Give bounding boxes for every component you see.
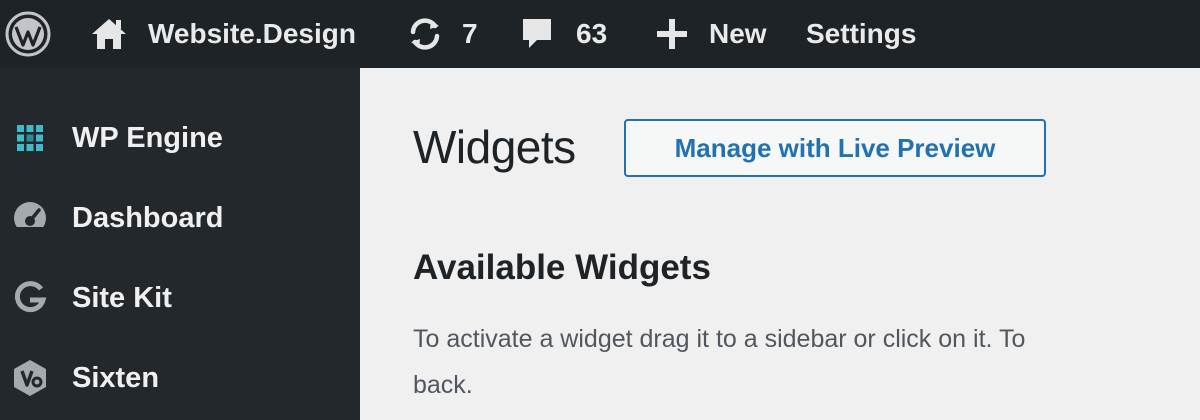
wordpress-logo-icon[interactable] <box>4 0 52 68</box>
updates-link[interactable]: 7 <box>406 0 478 68</box>
comment-bubble-icon <box>520 16 554 52</box>
manage-live-preview-button[interactable]: Manage with Live Preview <box>624 119 1046 177</box>
sixten-hexagon-icon <box>10 358 50 398</box>
updates-sync-icon <box>406 15 444 53</box>
description-line-1: To activate a widget drag it to a sideba… <box>413 325 1026 353</box>
sidebar-item-label: Dashboard <box>72 201 224 234</box>
admin-bar: Website.Design 7 63 New Settings <box>0 0 1200 68</box>
sidebar-item-label: Sixten <box>72 361 160 394</box>
main-content: Widgets Manage with Live Preview Availab… <box>360 68 1200 420</box>
admin-sidebar: WP Engine Dashboard Site Kit Sixten <box>0 68 360 420</box>
new-label: New <box>709 18 767 49</box>
settings-link[interactable]: Settings <box>806 0 916 68</box>
sidebar-item-sixten[interactable]: Sixten <box>0 338 360 418</box>
wp-engine-icon <box>10 118 50 158</box>
sidebar-item-label: Site Kit <box>72 281 172 314</box>
widgets-description: To activate a widget drag it to a sideba… <box>413 316 1200 408</box>
description-line-2: back. <box>413 371 473 399</box>
home-icon <box>90 16 128 52</box>
site-name-link[interactable]: Website.Design <box>90 0 356 68</box>
settings-label: Settings <box>806 18 917 49</box>
sidebar-item-dashboard[interactable]: Dashboard <box>0 178 360 258</box>
updates-count: 7 <box>462 18 478 49</box>
sidebar-item-wp-engine[interactable]: WP Engine <box>0 98 360 178</box>
page-title: Widgets <box>413 121 576 173</box>
plus-icon <box>655 17 689 51</box>
site-name-label: Website.Design <box>148 18 356 49</box>
google-g-icon <box>10 278 50 318</box>
dashboard-gauge-icon <box>10 198 50 238</box>
sidebar-item-label: WP Engine <box>72 121 223 154</box>
sidebar-item-site-kit[interactable]: Site Kit <box>0 258 360 338</box>
comments-link[interactable]: 63 <box>520 0 607 68</box>
comments-count: 63 <box>576 18 608 49</box>
available-widgets-heading: Available Widgets <box>413 248 711 287</box>
new-content-link[interactable]: New <box>655 0 767 68</box>
